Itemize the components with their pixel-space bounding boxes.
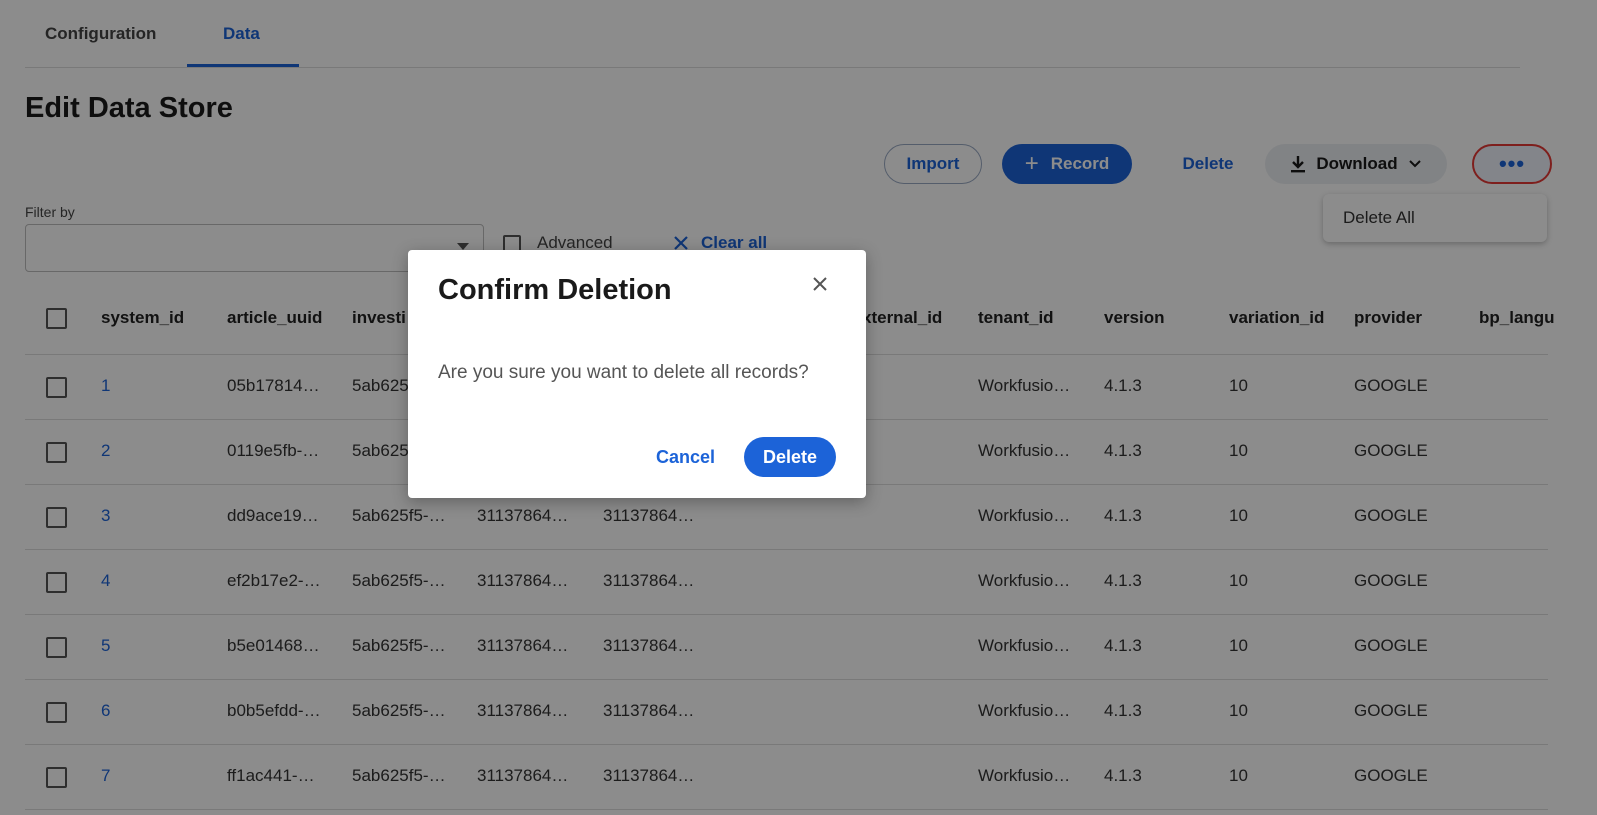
- dialog-title: Confirm Deletion: [438, 274, 672, 306]
- confirm-delete-button[interactable]: Delete: [744, 437, 836, 477]
- cancel-button[interactable]: Cancel: [656, 447, 715, 468]
- dialog-message: Are you sure you want to delete all reco…: [438, 362, 809, 383]
- confirm-deletion-dialog: Confirm Deletion Are you sure you want t…: [408, 250, 866, 498]
- close-icon[interactable]: [806, 270, 834, 298]
